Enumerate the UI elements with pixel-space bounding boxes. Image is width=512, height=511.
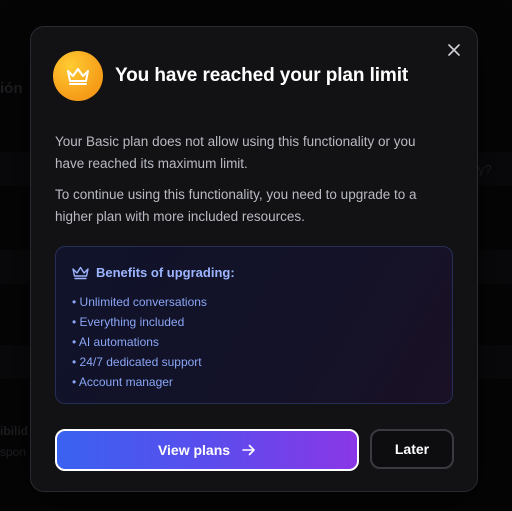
crown-icon	[67, 68, 89, 85]
arrow-right-icon	[242, 444, 255, 456]
close-button[interactable]	[445, 41, 463, 59]
benefits-title: Benefits of upgrading:	[96, 265, 235, 280]
plan-limit-dialog: You have reached your plan limit Your Ba…	[30, 26, 478, 492]
benefit-item: • AI automations	[72, 335, 159, 349]
benefits-panel: Benefits of upgrading: • Unlimited conve…	[55, 246, 453, 404]
benefit-item: • Unlimited conversations	[72, 295, 207, 309]
later-label: Later	[394, 441, 430, 457]
dialog-upgrade-note: To continue using this functionality, yo…	[55, 187, 417, 224]
benefit-item: • Everything included	[72, 315, 185, 329]
benefits-header: Benefits of upgrading:	[72, 265, 235, 280]
dialog-description: Your Basic plan does not allow using thi…	[55, 134, 416, 171]
dialog-title: You have reached your plan limit	[115, 65, 409, 86]
view-plans-label: View plans	[157, 442, 231, 458]
crown-icon	[72, 266, 89, 279]
later-button[interactable]: Later	[370, 429, 454, 469]
view-plans-button[interactable]: View plans	[55, 429, 359, 471]
close-icon	[448, 44, 460, 56]
benefit-item: • Account manager	[72, 375, 173, 389]
benefit-item: • 24/7 dedicated support	[72, 355, 202, 369]
crown-badge	[53, 51, 103, 101]
benefits-list: • Unlimited conversations • Everything i…	[72, 292, 207, 392]
